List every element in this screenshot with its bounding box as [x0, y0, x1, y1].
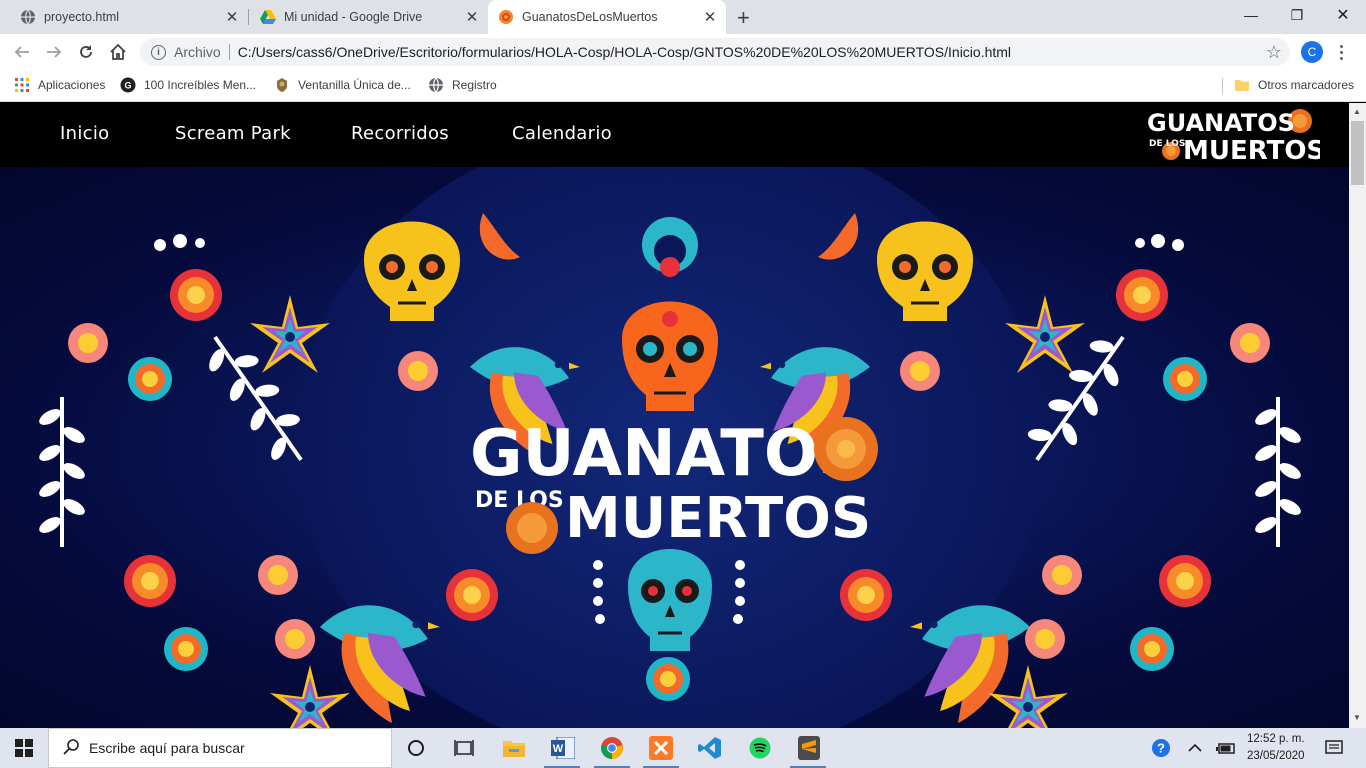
vscode-icon[interactable]: [696, 734, 724, 762]
tab-guanatos[interactable]: GuanatosDeLosMuertos ✕: [488, 0, 726, 34]
bookmark-apps[interactable]: Aplicaciones: [14, 77, 105, 93]
svg-text:?: ?: [1157, 741, 1165, 756]
google-drive-icon: [260, 9, 276, 25]
logo-line-2: MUERTOS: [1183, 136, 1320, 163]
close-tab-icon[interactable]: ✕: [222, 8, 242, 26]
hero-illustration: GUANATOS DE LOS MUERTOS: [34, 167, 1306, 728]
minimize-button[interactable]: —: [1228, 0, 1274, 30]
bookmark-ventanilla[interactable]: Ventanilla Única de...: [274, 77, 411, 93]
scrollbar-thumb[interactable]: [1351, 121, 1364, 185]
logo-line-1: GUANATOS: [1147, 109, 1295, 137]
bookmark-increibles[interactable]: G 100 Increíbles Men...: [120, 77, 256, 93]
close-tab-icon[interactable]: ✕: [462, 8, 482, 26]
profile-avatar[interactable]: C: [1301, 41, 1323, 63]
bookmark-label: Ventanilla Única de...: [298, 78, 411, 92]
logo-small-text: DE LOS: [1149, 139, 1185, 149]
tab-title: Mi unidad - Google Drive: [284, 10, 423, 24]
svg-text:G: G: [124, 81, 131, 91]
chrome-icon[interactable]: [598, 734, 626, 762]
help-icon[interactable]: ?: [1147, 734, 1175, 762]
back-arrow-icon[interactable]: [10, 40, 34, 64]
search-icon: [63, 738, 79, 758]
address-bar[interactable]: i Archivo C:/Users/cass6/OneDrive/Escrit…: [140, 38, 1290, 66]
windows-start-button[interactable]: [0, 728, 48, 768]
spotify-icon[interactable]: [746, 734, 774, 762]
globe-icon: [20, 9, 36, 25]
xampp-icon[interactable]: [647, 734, 675, 762]
home-icon[interactable]: [106, 40, 130, 64]
info-icon[interactable]: i: [151, 44, 166, 60]
nav-link-calendario[interactable]: Calendario: [512, 123, 612, 144]
chevron-up-icon[interactable]: [1181, 734, 1209, 762]
tab-strip: proyecto.html ✕ Mi unidad - Google Drive…: [0, 0, 1366, 34]
chrome-menu-icon[interactable]: [1336, 41, 1346, 63]
nav-link-scream-park[interactable]: Scream Park: [175, 123, 291, 144]
restore-button[interactable]: ❐: [1274, 0, 1320, 30]
scheme-label: Archivo: [174, 44, 221, 60]
tab-proyecto[interactable]: proyecto.html ✕: [0, 0, 248, 34]
taskbar-search-box[interactable]: Escribe aquí para buscar: [48, 728, 392, 768]
bookmarks-divider: [1222, 78, 1223, 94]
hero-title-line-2: MUERTOS: [565, 486, 871, 551]
svg-text:W: W: [553, 743, 564, 755]
scroll-down-arrow-icon[interactable]: ▼: [1353, 713, 1361, 722]
folder-icon: [1234, 77, 1250, 93]
windows-logo-icon: [15, 739, 33, 757]
sublime-text-icon[interactable]: [795, 734, 823, 762]
bookmark-star-icon[interactable]: ☆: [1266, 42, 1282, 63]
site-logo[interactable]: GUANATOS DE LOS MUERTOS: [1145, 107, 1320, 163]
apps-grid-icon: [14, 77, 30, 93]
page-scrollbar[interactable]: ▲ ▼: [1349, 103, 1366, 728]
other-bookmarks[interactable]: Otros marcadores: [1234, 77, 1354, 93]
windows-taskbar: Escribe aquí para buscar W ? 12:52 p. m.…: [0, 728, 1366, 768]
hero-banner: GUANATOS DE LOS MUERTOS: [0, 167, 1349, 728]
close-window-button[interactable]: ✕: [1320, 0, 1366, 30]
system-clock[interactable]: 12:52 p. m. 23/05/2020: [1247, 731, 1305, 765]
hero-title-line-1: GUANATOS: [470, 417, 864, 491]
cortana-icon[interactable]: [402, 734, 430, 762]
nav-link-recorridos[interactable]: Recorridos: [351, 123, 449, 144]
omnibox-divider: [228, 44, 230, 60]
close-tab-icon[interactable]: ✕: [700, 8, 720, 26]
word-icon[interactable]: W: [549, 734, 577, 762]
bookmark-label: Registro: [452, 78, 497, 92]
search-placeholder: Escribe aquí para buscar: [89, 740, 245, 756]
bookmark-label: 100 Increíbles Men...: [144, 78, 257, 92]
bookmark-site-icon: G: [120, 77, 136, 93]
new-tab-button[interactable]: +: [737, 5, 750, 31]
battery-icon[interactable]: [1212, 734, 1240, 762]
nav-link-inicio[interactable]: Inicio: [60, 123, 109, 144]
bookmark-registro[interactable]: Registro: [428, 77, 497, 93]
bookmark-label: Otros marcadores: [1258, 78, 1355, 92]
reload-icon[interactable]: [74, 40, 98, 64]
clock-date: 23/05/2020: [1247, 750, 1305, 762]
tab-title: GuanatosDeLosMuertos: [522, 10, 658, 24]
hero-title: GUANATOS DE LOS MUERTOS: [470, 417, 878, 554]
tab-google-drive[interactable]: Mi unidad - Google Drive ✕: [240, 0, 488, 34]
url-text[interactable]: C:/Users/cass6/OneDrive/Escritorio/formu…: [238, 44, 1011, 60]
site-navbar: Inicio Scream Park Recorridos Calendario…: [0, 103, 1349, 167]
notifications-icon[interactable]: [1320, 734, 1348, 762]
bookmark-label: Aplicaciones: [38, 78, 106, 92]
marigold-icon: [498, 9, 514, 25]
bookmarks-bar: Aplicaciones G 100 Increíbles Men... Ven…: [0, 70, 1366, 102]
scroll-up-arrow-icon[interactable]: ▲: [1353, 107, 1361, 116]
page-viewport: Inicio Scream Park Recorridos Calendario…: [0, 103, 1349, 728]
forward-arrow-icon[interactable]: [42, 40, 66, 64]
tab-title: proyecto.html: [44, 10, 120, 24]
browser-toolbar: i Archivo C:/Users/cass6/OneDrive/Escrit…: [0, 34, 1366, 70]
clock-time: 12:52 p. m.: [1247, 733, 1305, 745]
task-view-icon[interactable]: [450, 734, 478, 762]
crest-icon: [274, 77, 290, 93]
file-explorer-icon[interactable]: [500, 734, 528, 762]
globe-icon: [428, 77, 444, 93]
